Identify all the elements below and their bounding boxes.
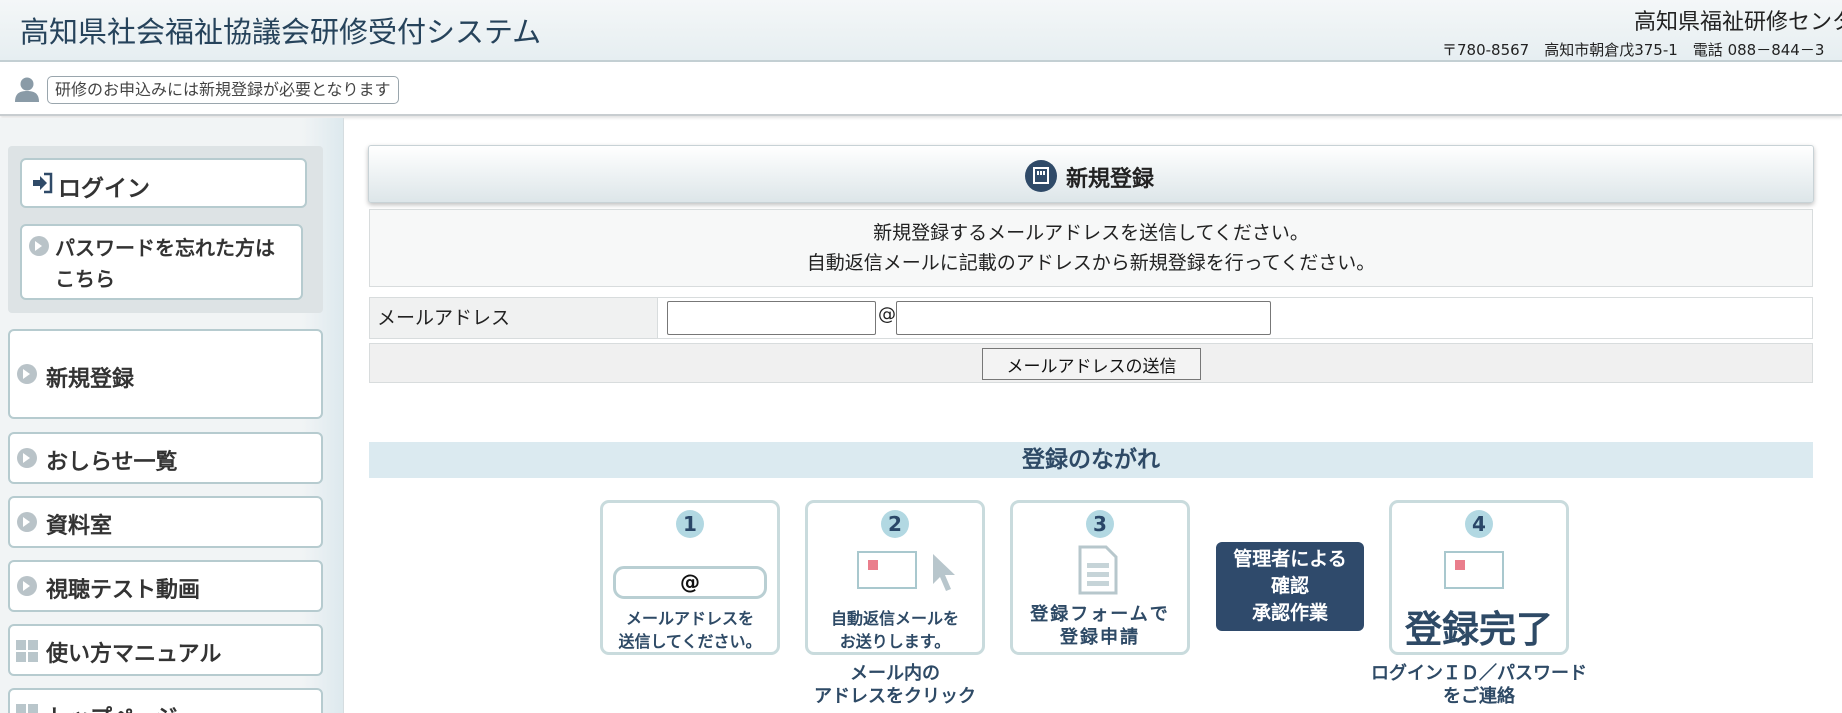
admin-line: 承認作業 bbox=[1251, 602, 1328, 624]
step-caption-line: 送信してください。 bbox=[618, 632, 762, 651]
step-caption-line: 登録フォームで bbox=[1030, 604, 1170, 625]
org-address: 〒780-8567 高知市朝倉戊375-1 電話 088－844－3 bbox=[1442, 41, 1825, 59]
step-2-note: メール内の アドレスをクリック bbox=[799, 662, 991, 708]
sidebar-item-top-page[interactable]: トップページ bbox=[8, 688, 323, 713]
step-caption-line: メールアドレスを bbox=[625, 609, 754, 628]
note-line: ログインＩＤ／パスワード bbox=[1371, 663, 1587, 684]
instruction-line-1: 新規登録するメールアドレスを送信してください。 bbox=[873, 222, 1309, 244]
org-name: 高知県福祉研修センタ bbox=[1634, 10, 1842, 35]
forgot-password-link[interactable]: パスワードを忘れた方は こちら bbox=[20, 224, 303, 300]
login-box: ログイン パスワードを忘れた方は こちら bbox=[8, 146, 323, 313]
email-domain-input[interactable] bbox=[896, 301, 1271, 335]
flow-title: 登録のながれ bbox=[369, 442, 1813, 478]
step-1-card: 1 @ メールアドレスを 送信してください。 bbox=[600, 500, 780, 655]
at-sign: @ bbox=[878, 304, 896, 325]
panel-header: 新規登録 bbox=[368, 145, 1814, 203]
login-icon bbox=[33, 172, 53, 194]
sidebar-item-label: トップページ bbox=[46, 700, 178, 713]
admin-approval-box: 管理者による 確認 承認作業 bbox=[1216, 542, 1364, 631]
grid-icon bbox=[16, 640, 38, 662]
forgot-password-line-2: こちら bbox=[55, 267, 115, 291]
mail-icon bbox=[857, 551, 917, 589]
app-title[interactable]: 高知県社会福祉協議会研修受付システム bbox=[20, 9, 541, 51]
registration-complete-text: 登録完了 bbox=[1405, 608, 1553, 651]
email-label: メールアドレス bbox=[370, 298, 658, 338]
arrow-circle-icon bbox=[17, 576, 37, 596]
sidebar-item-notices[interactable]: おしらせ一覧 bbox=[8, 432, 323, 484]
header: 高知県社会福祉協議会研修受付システム 高知県福祉研修センタ 〒780-8567 … bbox=[0, 0, 1842, 62]
arrow-circle-icon bbox=[17, 512, 37, 532]
step-caption: 登録フォームで 登録申請 bbox=[1013, 603, 1187, 649]
sidebar-item-label: 資料室 bbox=[46, 514, 113, 539]
step-number: 2 bbox=[881, 510, 909, 538]
submit-row: メールアドレスの送信 bbox=[369, 343, 1813, 383]
email-at-icon: @ bbox=[613, 566, 767, 599]
panel-title: 新規登録 bbox=[1066, 167, 1155, 192]
step-3-card: 3 登録フォームで 登録申請 bbox=[1010, 500, 1190, 655]
step-caption-line: 登録申請 bbox=[1060, 627, 1140, 648]
step-number: 1 bbox=[676, 510, 704, 538]
step-number: 4 bbox=[1465, 510, 1493, 538]
instructions: 新規登録するメールアドレスを送信してください。 自動返信メールに記載のアドレスか… bbox=[369, 209, 1813, 287]
form-document-icon bbox=[1078, 545, 1118, 595]
cursor-icon bbox=[933, 554, 955, 591]
sidebar: ログイン パスワードを忘れた方は こちら 新規登録 おしらせ一覧 資料室 視聴テ… bbox=[0, 118, 344, 713]
login-label: ログイン bbox=[58, 176, 150, 202]
login-button[interactable]: ログイン bbox=[20, 158, 307, 208]
sidebar-item-new-registration[interactable]: 新規登録 bbox=[8, 329, 323, 419]
email-local-input[interactable] bbox=[667, 301, 876, 335]
notice-bar: 研修のお申込みには新規登録が必要となります bbox=[0, 64, 1842, 116]
step-number: 3 bbox=[1086, 510, 1114, 538]
sidebar-item-manual[interactable]: 使い方マニュアル bbox=[8, 624, 323, 676]
note-line: メール内の bbox=[850, 663, 940, 684]
sidebar-item-label: 使い方マニュアル bbox=[46, 642, 222, 667]
step-caption: 自動返信メールを お送りします。 bbox=[808, 607, 982, 653]
grid-icon bbox=[16, 704, 38, 713]
step-4-card: 4 登録完了 bbox=[1389, 500, 1569, 655]
arrow-circle-icon bbox=[17, 364, 37, 384]
mail-icon bbox=[1444, 551, 1504, 589]
arrow-circle-icon bbox=[29, 236, 49, 256]
sidebar-item-label: 視聴テスト動画 bbox=[46, 578, 201, 603]
sidebar-item-library[interactable]: 資料室 bbox=[8, 496, 323, 548]
forgot-password-line-1: パスワードを忘れた方は bbox=[55, 236, 275, 260]
send-email-button[interactable]: メールアドレスの送信 bbox=[982, 348, 1201, 380]
arrow-circle-icon bbox=[17, 448, 37, 468]
sidebar-item-label: 新規登録 bbox=[46, 367, 135, 392]
note-line: アドレスをクリック bbox=[814, 686, 976, 707]
registration-notice: 研修のお申込みには新規登録が必要となります bbox=[47, 76, 399, 104]
user-icon bbox=[15, 77, 39, 102]
register-icon bbox=[1025, 160, 1057, 192]
sidebar-item-test-video[interactable]: 視聴テスト動画 bbox=[8, 560, 323, 612]
instruction-line-2: 自動返信メールに記載のアドレスから新規登録を行ってください。 bbox=[806, 252, 1376, 274]
step-caption: メールアドレスを 送信してください。 bbox=[603, 607, 777, 653]
step-2-card: 2 自動返信メールを お送りします。 bbox=[805, 500, 985, 655]
step-caption-line: 自動返信メールを bbox=[830, 609, 959, 628]
admin-line: 確認 bbox=[1270, 575, 1309, 597]
admin-line: 管理者による bbox=[1233, 548, 1347, 570]
email-row: メールアドレス @ bbox=[369, 297, 1813, 339]
step-caption-line: お送りします。 bbox=[839, 632, 951, 651]
step-4-note: ログインＩＤ／パスワード をご連絡 bbox=[1359, 662, 1599, 708]
note-line: をご連絡 bbox=[1443, 686, 1515, 707]
sidebar-item-label: おしらせ一覧 bbox=[46, 450, 178, 475]
